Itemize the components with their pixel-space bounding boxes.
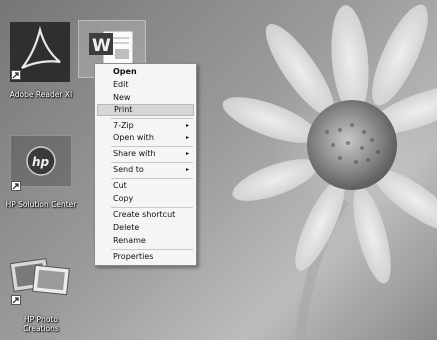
menu-item-copy[interactable]: Copy — [97, 193, 194, 205]
menu-item-delete[interactable]: Delete — [97, 222, 194, 234]
context-menu: Open Edit New Print 7-Zip ▸ Open with ▸ … — [94, 63, 197, 266]
hp-logo-icon: hp — [10, 135, 72, 187]
shortcut-arrow-icon — [11, 295, 21, 305]
desktop-icon-hp-photo-creations[interactable]: HP Photo Creations — [8, 255, 74, 337]
menu-separator — [111, 146, 193, 147]
menu-item-share-with[interactable]: Share with ▸ — [97, 148, 194, 160]
submenu-arrow-icon: ▸ — [185, 134, 189, 141]
shortcut-arrow-icon — [11, 70, 21, 80]
menu-item-open-with[interactable]: Open with ▸ — [97, 132, 194, 144]
submenu-arrow-icon: ▸ — [185, 122, 189, 129]
desktop-icon-label: HP Photo Creations — [23, 315, 59, 333]
menu-item-create-shortcut[interactable]: Create shortcut — [97, 209, 194, 221]
menu-item-send-to[interactable]: Send to ▸ — [97, 164, 194, 176]
desktop[interactable]: Adobe Reader XI W hp HP Solution Center — [0, 0, 437, 340]
menu-separator — [111, 162, 193, 163]
desktop-icon-label: Adobe Reader XI — [9, 90, 73, 99]
menu-item-7zip[interactable]: 7-Zip ▸ — [97, 120, 194, 132]
menu-item-properties[interactable]: Properties — [97, 251, 194, 263]
menu-item-rename[interactable]: Rename — [97, 235, 194, 247]
desktop-icon-adobe-reader[interactable]: Adobe Reader XI — [8, 22, 72, 102]
menu-item-cut[interactable]: Cut — [97, 180, 194, 192]
submenu-arrow-icon: ▸ — [185, 166, 189, 173]
menu-separator — [111, 178, 193, 179]
menu-item-edit[interactable]: Edit — [97, 79, 194, 91]
menu-separator — [111, 207, 193, 208]
svg-text:hp: hp — [32, 155, 50, 169]
menu-item-print[interactable]: Print — [97, 104, 194, 116]
svg-text:W: W — [92, 36, 111, 56]
menu-item-open[interactable]: Open — [97, 66, 194, 78]
menu-item-new[interactable]: New — [97, 92, 194, 104]
submenu-arrow-icon: ▸ — [185, 150, 189, 157]
menu-separator — [111, 118, 193, 119]
menu-separator — [111, 249, 193, 250]
shortcut-arrow-icon — [11, 181, 21, 191]
desktop-icon-hp-solution-center[interactable]: hp HP Solution Center — [6, 135, 76, 215]
desktop-icon-label: HP Solution Center — [5, 200, 77, 209]
